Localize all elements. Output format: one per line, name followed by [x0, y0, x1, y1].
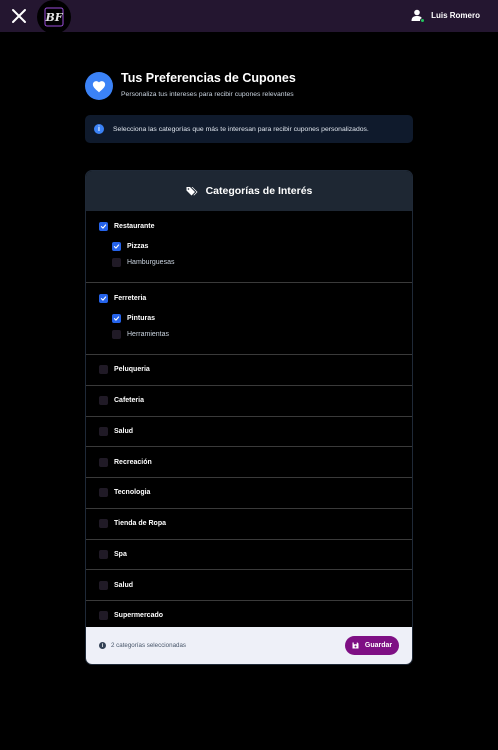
category-item[interactable]: Tecnologia — [86, 478, 412, 509]
category-item[interactable]: Cafeteria — [86, 386, 412, 417]
user-icon — [411, 9, 426, 23]
category-item[interactable]: Salud — [86, 417, 412, 448]
category-group: Ferreteria Pinturas Herramientas — [86, 283, 412, 355]
subcategory-item[interactable]: Pizzas — [99, 241, 412, 251]
info-icon: i — [94, 124, 104, 134]
card-header: Categorías de Interés — [86, 171, 412, 211]
category-checkbox[interactable] — [99, 293, 108, 303]
save-label: Guardar — [364, 642, 393, 649]
page-title: Tus Preferencias de Cupones — [121, 71, 296, 85]
page-subtitle: Personaliza tus intereses para recibir c… — [121, 91, 294, 98]
category-label: Salud — [114, 581, 134, 589]
info-text: Selecciona las categorías que más te int… — [113, 125, 369, 133]
subcategory-label: Hamburguesas — [127, 258, 175, 266]
category-checkbox[interactable] — [99, 457, 108, 467]
category-checkbox[interactable] — [99, 365, 108, 375]
category-label: Cafeteria — [114, 397, 144, 405]
category-label: Tienda de Ropa — [114, 520, 166, 528]
category-checkbox[interactable] — [99, 488, 108, 498]
subcategory-checkbox[interactable] — [112, 313, 121, 323]
subcategory-checkbox[interactable] — [112, 241, 121, 251]
category-checkbox[interactable] — [99, 580, 108, 590]
category-label: Salud — [114, 427, 134, 435]
subcategory-checkbox[interactable] — [112, 257, 121, 267]
category-label: Recreación — [114, 458, 152, 466]
subcategory-label: Herramientas — [127, 330, 170, 338]
category-checkbox[interactable] — [99, 549, 108, 559]
category-item[interactable]: Ferreteria — [99, 293, 412, 303]
subcategory-label: Pinturas — [127, 314, 156, 322]
card-title: Categorías de Interés — [205, 185, 313, 197]
subcategory-item[interactable]: Herramientas — [99, 329, 412, 339]
category-item[interactable]: Peluqueria — [86, 355, 412, 386]
category-item[interactable]: Restaurante — [99, 221, 412, 231]
subcategory-label: Pizzas — [127, 242, 149, 250]
category-item[interactable]: Salud — [86, 570, 412, 601]
category-checkbox[interactable] — [99, 396, 108, 406]
selection-count: i 2 categorías seleccionadas — [99, 642, 186, 649]
category-item[interactable]: Spa — [86, 540, 412, 571]
category-checkbox[interactable] — [99, 519, 108, 529]
category-item[interactable]: Tienda de Ropa — [86, 509, 412, 540]
categories-card: Categorías de Interés Restaurante Pizzas H… — [85, 170, 413, 665]
category-label: Ferreteria — [114, 294, 147, 302]
category-label: Spa — [114, 550, 127, 558]
user-name: Luis Romero — [431, 10, 480, 20]
category-checkbox[interactable] — [99, 221, 108, 231]
subcategory-item[interactable]: Hamburguesas — [99, 257, 412, 267]
category-checkbox[interactable] — [99, 426, 108, 436]
category-label: Restaurante — [114, 222, 155, 230]
category-checkbox[interactable] — [99, 611, 108, 621]
selection-count-text: 2 categorías seleccionadas — [111, 642, 186, 649]
category-label: Supermercado — [114, 612, 164, 620]
subcategory-checkbox[interactable] — [112, 329, 121, 339]
category-label: Tecnologia — [114, 489, 151, 497]
online-status-dot — [420, 18, 426, 23]
category-item[interactable]: Recreación — [86, 447, 412, 478]
save-button[interactable]: Guardar — [345, 636, 399, 655]
top-bar: BF Luis Romero — [0, 0, 498, 34]
subcategory-item[interactable]: Pinturas — [99, 313, 412, 323]
close-icon[interactable] — [10, 7, 28, 25]
heart-icon — [85, 72, 113, 100]
info-icon: i — [99, 642, 106, 649]
card-footer: i 2 categorías seleccionadas Guardar — [86, 627, 412, 664]
user-menu[interactable]: Luis Romero — [411, 9, 480, 23]
app-logo[interactable]: BF — [37, 0, 71, 34]
info-banner: i Selecciona las categorías que más te i… — [85, 115, 413, 143]
save-icon — [352, 642, 359, 649]
category-label: Peluqueria — [114, 366, 150, 374]
svg-text:BF: BF — [44, 11, 63, 24]
tags-icon — [186, 186, 198, 195]
category-group: Restaurante Pizzas Hamburguesas — [86, 211, 412, 283]
logo-icon: BF — [44, 7, 64, 27]
categories-list: Restaurante Pizzas Hamburguesas Ferreteria P… — [86, 211, 412, 632]
